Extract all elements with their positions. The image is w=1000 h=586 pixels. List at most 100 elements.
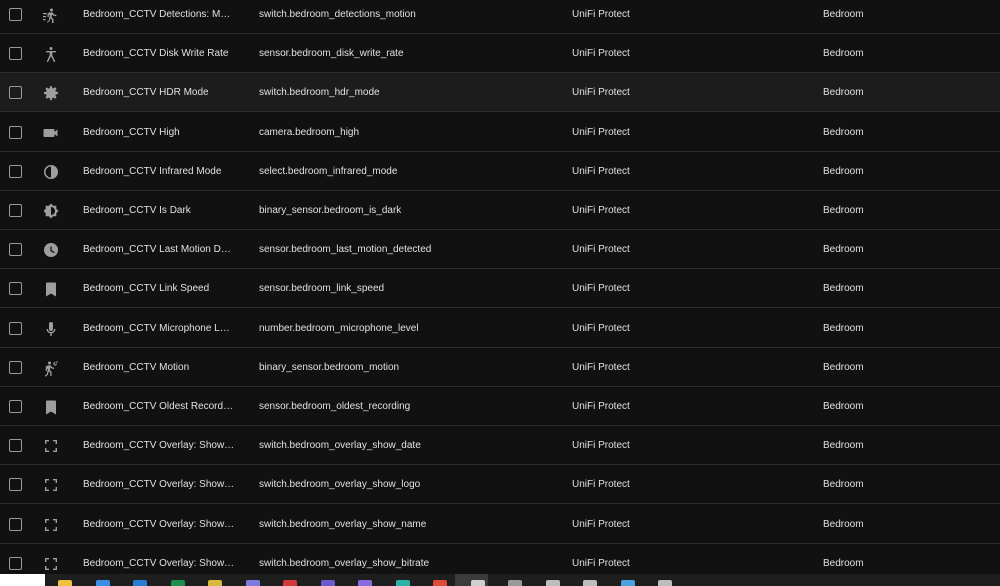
fullscreen-icon <box>42 555 60 573</box>
table-row[interactable]: Bedroom_CCTV Microphone Level number.bedr… <box>0 308 1000 348</box>
entity-area: Bedroom <box>823 87 864 99</box>
row-checkbox[interactable] <box>9 400 22 413</box>
entity-name: Bedroom_CCTV Link Speed <box>83 283 210 295</box>
row-checkbox[interactable] <box>9 8 22 21</box>
row-checkbox[interactable] <box>9 243 22 257</box>
entity-id: switch.bedroom_hdr_mode <box>259 87 380 99</box>
table-row[interactable]: Bedroom_CCTV Overlay: Show Lo… switch.bed… <box>0 465 1000 505</box>
row-checkbox[interactable] <box>9 556 22 570</box>
row-checkbox[interactable] <box>9 360 22 374</box>
store-icon[interactable] <box>95 580 110 586</box>
entity-name: Bedroom_CCTV Overlay: Show Ne… <box>83 557 235 569</box>
entity-integration: UniFi Protect <box>572 479 630 491</box>
row-checkbox[interactable] <box>9 517 22 531</box>
bookmark-icon <box>42 280 60 298</box>
app-yellow-icon[interactable] <box>208 580 222 586</box>
microphone-icon <box>42 320 60 338</box>
entity-integration: UniFi Protect <box>572 205 630 216</box>
entity-area: Bedroom <box>823 518 864 530</box>
entity-area: Bedroom <box>823 48 864 60</box>
entity-id: sensor.bedroom_link_speed <box>259 283 385 295</box>
edge-icon[interactable] <box>395 580 410 586</box>
app-purple-icon[interactable] <box>358 580 372 586</box>
entity-area: Bedroom <box>823 283 864 295</box>
entity-name: Bedroom_CCTV Overlay: Show Lo… <box>83 479 235 491</box>
table-row[interactable]: Bedroom_CCTV High camera.bedroom_high UniF… <box>0 112 1000 152</box>
table-row[interactable]: Bedroom_CCTV Detections: Motion switch.be… <box>0 0 1000 34</box>
app-red-icon[interactable] <box>283 580 297 586</box>
entity-area: Bedroom <box>823 557 864 569</box>
entity-integration: UniFi Protect <box>572 48 630 60</box>
gear-icon <box>42 84 60 102</box>
row-checkbox[interactable] <box>9 478 22 492</box>
entity-name: Bedroom_CCTV High <box>83 126 180 138</box>
row-checkbox[interactable] <box>9 204 22 217</box>
entity-integration: UniFi Protect <box>572 440 630 452</box>
entity-id: binary_sensor.bedroom_motion <box>259 361 400 373</box>
brightness-icon <box>42 202 60 220</box>
table-row[interactable]: Bedroom_CCTV Overlay: Show Date switch.be… <box>0 426 1000 466</box>
notepad-icon[interactable] <box>470 580 485 586</box>
mail-icon[interactable] <box>133 580 147 586</box>
entity-name: Bedroom_CCTV Is Dark <box>83 205 191 216</box>
explorer-icon[interactable] <box>58 580 72 586</box>
entity-id: switch.bedroom_overlay_show_name <box>259 518 427 530</box>
tools-icon[interactable] <box>545 580 560 586</box>
app-gray-icon[interactable] <box>583 580 597 586</box>
table-row[interactable]: Bedroom_CCTV Infrared Mode select.bedroom… <box>0 151 1000 191</box>
network-icon[interactable] <box>620 580 635 586</box>
entity-area: Bedroom <box>823 9 864 20</box>
row-checkbox[interactable] <box>9 282 22 296</box>
entity-name: Bedroom_CCTV Microphone Level <box>83 322 235 334</box>
entity-id: sensor.bedroom_last_motion_detected <box>259 244 432 256</box>
entity-integration: UniFi Protect <box>572 361 630 373</box>
entity-integration: UniFi Protect <box>572 126 630 138</box>
table-row[interactable]: Bedroom_CCTV Overlay: Show Na… switch.bed… <box>0 504 1000 544</box>
sheets-icon[interactable] <box>170 580 185 586</box>
row-checkbox[interactable] <box>9 321 22 335</box>
clock-icon <box>42 241 60 259</box>
table-row[interactable]: Bedroom_CCTV Disk Write Rate sensor.bedro… <box>0 34 1000 74</box>
table-row[interactable]: Bedroom_CCTV Overlay: Show Ne… switch.bed… <box>0 543 1000 574</box>
entity-area: Bedroom <box>823 479 864 491</box>
entity-integration: UniFi Protect <box>572 9 630 20</box>
entity-name: Bedroom_CCTV Overlay: Show Na… <box>83 518 235 530</box>
entity-name: Bedroom_CCTV Last Motion Dete… <box>83 244 235 256</box>
row-checkbox[interactable] <box>9 125 22 139</box>
entity-integration: UniFi Protect <box>572 165 630 177</box>
table-row[interactable]: Bedroom_CCTV Last Motion Dete… sensor.bed… <box>0 230 1000 270</box>
entity-area: Bedroom <box>823 361 864 373</box>
disk-write-icon <box>42 45 60 63</box>
entity-integration: UniFi Protect <box>572 322 630 334</box>
chrome-icon[interactable] <box>433 580 447 586</box>
terminal-icon[interactable] <box>508 580 522 586</box>
entity-integration: UniFi Protect <box>572 518 630 530</box>
entity-area: Bedroom <box>823 401 864 412</box>
entity-id: binary_sensor.bedroom_is_dark <box>259 205 402 216</box>
row-checkbox[interactable] <box>9 439 22 453</box>
table-row[interactable]: Bedroom_CCTV Motion binary_sensor.bedroom… <box>0 347 1000 387</box>
entity-id: camera.bedroom_high <box>259 126 360 138</box>
entity-id: number.bedroom_microphone_level <box>259 322 419 334</box>
teams-icon[interactable] <box>320 580 335 586</box>
row-checkbox[interactable] <box>9 47 22 61</box>
entity-integration: UniFi Protect <box>572 244 630 256</box>
phone-icon[interactable] <box>245 580 260 586</box>
row-checkbox[interactable] <box>9 164 22 178</box>
entity-id: switch.bedroom_overlay_show_logo <box>259 479 421 491</box>
entity-area: Bedroom <box>823 322 864 334</box>
entity-id: sensor.bedroom_oldest_recording <box>259 401 411 412</box>
settings-icon[interactable] <box>658 580 672 586</box>
row-checkbox[interactable] <box>9 86 22 100</box>
entity-area: Bedroom <box>823 440 864 452</box>
table-row[interactable]: Bedroom_CCTV HDR Mode switch.bedroom_hdr_… <box>0 73 1000 113</box>
entity-id: switch.bedroom_overlay_show_bitrate <box>259 557 430 569</box>
table-row[interactable]: Bedroom_CCTV Is Dark binary_sensor.bedroo… <box>0 191 1000 230</box>
table-row[interactable]: Bedroom_CCTV Oldest Recording sensor.bedr… <box>0 387 1000 426</box>
entity-name: Bedroom_CCTV Motion <box>83 361 190 373</box>
entity-id: switch.bedroom_overlay_show_date <box>259 440 421 452</box>
taskbar-search-box[interactable] <box>0 574 45 586</box>
table-row[interactable]: Bedroom_CCTV Link Speed sensor.bedroom_li… <box>0 269 1000 309</box>
entity-area: Bedroom <box>823 126 864 138</box>
fullscreen-icon <box>42 476 60 494</box>
